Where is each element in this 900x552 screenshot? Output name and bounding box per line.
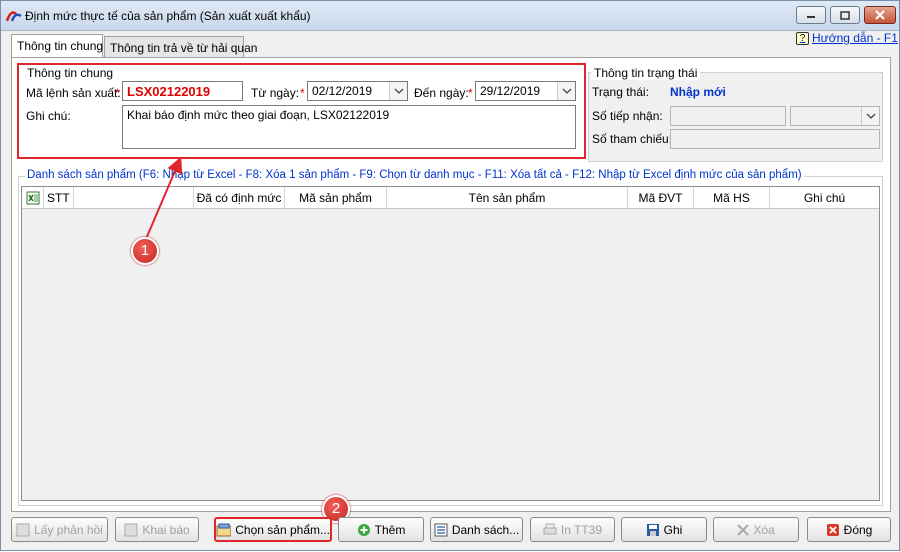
product-list-icon <box>216 523 232 536</box>
list-icon <box>434 523 448 536</box>
tab-general-label: Thông tin chung <box>17 39 104 53</box>
close-box-icon <box>826 523 839 536</box>
list-label: Danh sách... <box>451 522 520 537</box>
get-response-label: Lấy phản hồi <box>34 522 103 537</box>
save-button[interactable]: Ghi <box>621 517 707 542</box>
annotation-badge-1: 1 <box>131 237 159 265</box>
main-window: Định mức thực tế của sản phẩm (Sản xuất … <box>0 0 900 551</box>
delete-label: Xóa <box>753 522 775 537</box>
declare-icon <box>124 523 138 536</box>
delete-button: Xóa <box>713 517 799 542</box>
get-response-button: Lấy phản hồi <box>11 517 108 542</box>
add-label: Thêm <box>374 522 406 537</box>
list-button[interactable]: Danh sách... <box>430 517 523 542</box>
close-button[interactable]: Đóng <box>807 517 891 542</box>
tab-general[interactable]: Thông tin chung <box>11 34 103 57</box>
x-icon <box>737 523 750 536</box>
print-button: In TT39 <box>530 517 615 542</box>
close-label: Đóng <box>843 522 873 537</box>
choose-product-label: Chọn sản phẩm... <box>235 522 330 537</box>
refresh-icon <box>16 523 30 536</box>
print-label: In TT39 <box>560 522 603 537</box>
declare-label: Khai báo <box>142 522 190 537</box>
annotation-arrow <box>145 156 183 240</box>
declare-button: Khai báo <box>115 517 199 542</box>
add-button[interactable]: Thêm <box>338 517 424 542</box>
choose-product-button[interactable]: Chọn sản phẩm... <box>214 517 332 542</box>
floppy-disk-icon <box>646 523 659 536</box>
printer-icon <box>543 523 557 534</box>
plus-circle-icon <box>357 523 370 536</box>
save-label: Ghi <box>663 522 683 537</box>
